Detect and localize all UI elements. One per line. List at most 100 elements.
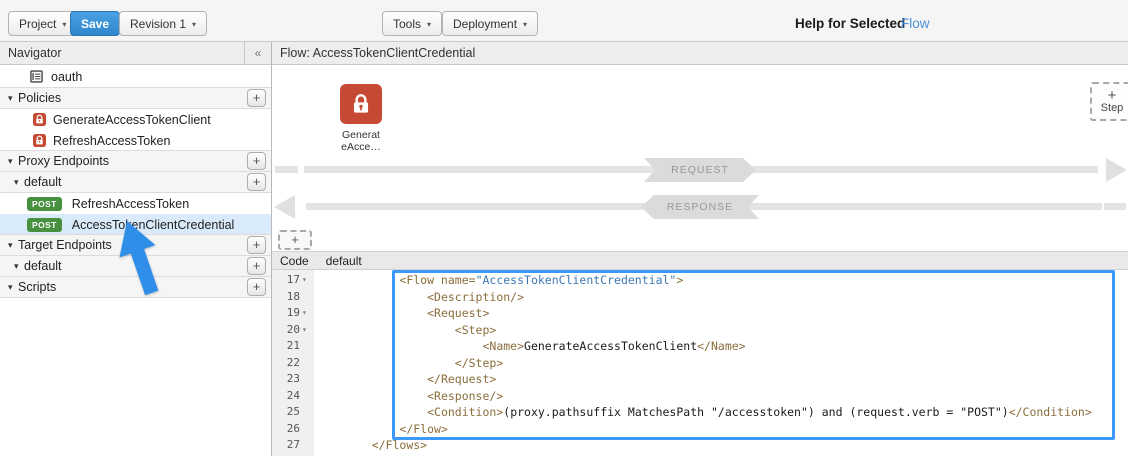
tools-menu-button[interactable]: Tools ▾ [382,11,442,36]
request-banner: REQUEST [644,158,756,182]
code-line-24[interactable]: 24 <Response/> [272,388,1128,405]
code-text[interactable]: </Flows> [314,437,427,454]
code-line-23[interactable]: 23 </Request> [272,371,1128,388]
response-arrow-icon [274,195,295,219]
add-button[interactable]: + [247,257,266,275]
line-number[interactable]: 26 [272,421,314,438]
sidebar-item-default[interactable]: ▾default+ [0,255,271,277]
sidebar-item-default[interactable]: ▾default + [0,171,271,193]
code-text[interactable]: <Flow name="AccessTokenClientCredential"… [314,272,683,289]
navigator-tree: oauth ▾Policies+ GenerateAccessTokenClient… [0,65,271,298]
code-editor[interactable]: 17▾ <Flow name="AccessTokenClientCredent… [272,270,1128,456]
sidebar-item-refreshaccesstoken[interactable]: POST RefreshAccessToken [0,193,271,214]
caret-down-icon: ▾ [62,20,66,29]
code-line-18[interactable]: 18 <Description/> [272,289,1128,306]
code-text[interactable]: <Response/> [314,388,503,405]
code-text[interactable]: </Flow> [314,421,448,438]
add-button[interactable]: + [247,236,266,254]
line-number[interactable]: 24 [272,388,314,405]
sidebar-item-generateaccesstokenclient[interactable]: GenerateAccessTokenClient [0,109,271,130]
sidebar-item-proxy-endpoints[interactable]: ▾Proxy Endpoints+ [0,150,271,172]
code-line-17[interactable]: 17▾ <Flow name="AccessTokenClientCredent… [272,272,1128,289]
method-badge: POST [27,197,62,211]
navigator-header: Navigator « [0,42,271,65]
sidebar-item-label: Target Endpoints [18,238,112,252]
caret-down-icon[interactable]: ▾ [8,240,18,251]
sidebar-item-oauth[interactable]: oauth [0,65,271,88]
save-button[interactable]: Save [70,11,120,36]
sidebar-item-scripts[interactable]: ▾Scripts + [0,276,271,298]
collapse-panel-button[interactable]: « [244,42,271,64]
project-menu-label: Project [19,17,56,31]
line-number[interactable]: 25 [272,404,314,421]
lock-icon [33,134,46,147]
policy-node-label: Generat eAcce… [333,129,389,153]
caret-down-icon[interactable]: ▾ [8,156,18,167]
project-menu-button[interactable]: Project ▾ [8,11,77,36]
code-line-27[interactable]: 27 </Flows> [272,437,1128,454]
sidebar-item-refreshaccesstoken[interactable]: RefreshAccessToken [0,130,271,151]
sidebar-item-label: GenerateAccessTokenClient [53,113,211,127]
method-badge: POST [27,218,62,232]
line-number[interactable]: 19▾ [272,305,314,322]
code-line-20[interactable]: 20▾ <Step> [272,322,1128,339]
code-text[interactable]: <Step> [314,322,496,339]
code-text[interactable]: </Request> [314,371,496,388]
caret-down-icon[interactable]: ▾ [8,282,18,293]
code-line-26[interactable]: 26 </Flow> [272,421,1128,438]
caret-down-icon: ▾ [523,20,527,29]
add-button[interactable]: + [247,173,266,191]
add-button[interactable]: + [247,152,266,170]
code-text[interactable]: <Name>GenerateAccessTokenClient</Name> [314,338,746,355]
add-button[interactable]: + [247,278,266,296]
line-number[interactable]: 27 [272,437,314,454]
revision-menu-button[interactable]: Revision 1 ▾ [119,11,207,36]
proxy-editor-window: Project ▾ Save Revision 1 ▾ Tools ▾ Depl… [0,0,1128,456]
line-number[interactable]: 17▾ [272,272,314,289]
sidebar-item-label: RefreshAccessToken [53,134,170,148]
code-line-19[interactable]: 19▾ <Request> [272,305,1128,322]
code-line-22[interactable]: 22 </Step> [272,355,1128,372]
fold-caret-icon[interactable]: ▾ [302,305,311,322]
sidebar-item-label: default [24,175,62,189]
lock-policy-icon [340,84,382,124]
line-number[interactable]: 23 [272,371,314,388]
request-arrow-icon [1106,158,1127,182]
sidebar-item-label: RefreshAccessToken [72,197,189,211]
code-text[interactable]: <Condition>(proxy.pathsuffix MatchesPath… [314,404,1092,421]
line-number[interactable]: 22 [272,355,314,372]
lock-icon [33,113,46,126]
caret-down-icon[interactable]: ▾ [14,177,24,188]
caret-down-icon[interactable]: ▾ [8,93,18,104]
sidebar-item-accesstokenclientcredential[interactable]: POST AccessTokenClientCredential [0,214,271,235]
flow-panel: Flow: AccessTokenClientCredential Genera… [272,42,1128,456]
save-button-label: Save [81,17,109,31]
fold-caret-icon[interactable]: ▾ [302,272,311,289]
add-step-label: Step [1101,102,1124,115]
sidebar-item-label: Scripts [18,280,56,294]
code-line-25[interactable]: 25 <Condition>(proxy.pathsuffix MatchesP… [272,404,1128,421]
add-button[interactable]: + [247,89,266,107]
code-line-21[interactable]: 21 <Name>GenerateAccessTokenClient</Name… [272,338,1128,355]
sidebar-item-target-endpoints[interactable]: ▾Target Endpoints + [0,234,271,256]
policy-node-generateaccesstokenclient[interactable]: Generat eAcce… [333,84,389,153]
tab-default[interactable]: default [326,254,362,268]
deployment-menu-button[interactable]: Deployment ▾ [442,11,538,36]
code-text[interactable]: <Request> [314,305,489,322]
code-text[interactable]: <Description/> [314,289,524,306]
add-flow-button[interactable]: + [278,230,312,250]
line-number[interactable]: 20▾ [272,322,314,339]
add-step-button[interactable]: + Step [1090,82,1128,121]
bundle-icon [30,70,43,83]
caret-down-icon[interactable]: ▾ [14,261,24,272]
sidebar-item-policies[interactable]: ▾Policies+ [0,87,271,109]
line-number[interactable]: 21 [272,338,314,355]
sidebar-item-label: oauth [51,70,82,84]
tab-code[interactable]: Code [280,254,309,268]
sidebar-item-label: AccessTokenClientCredential [72,218,235,232]
code-text[interactable]: </Step> [314,355,503,372]
fold-caret-icon[interactable]: ▾ [302,322,311,339]
revision-menu-label: Revision 1 [130,17,186,31]
line-number[interactable]: 18 [272,289,314,306]
help-flow-link[interactable]: Flow [901,16,930,31]
